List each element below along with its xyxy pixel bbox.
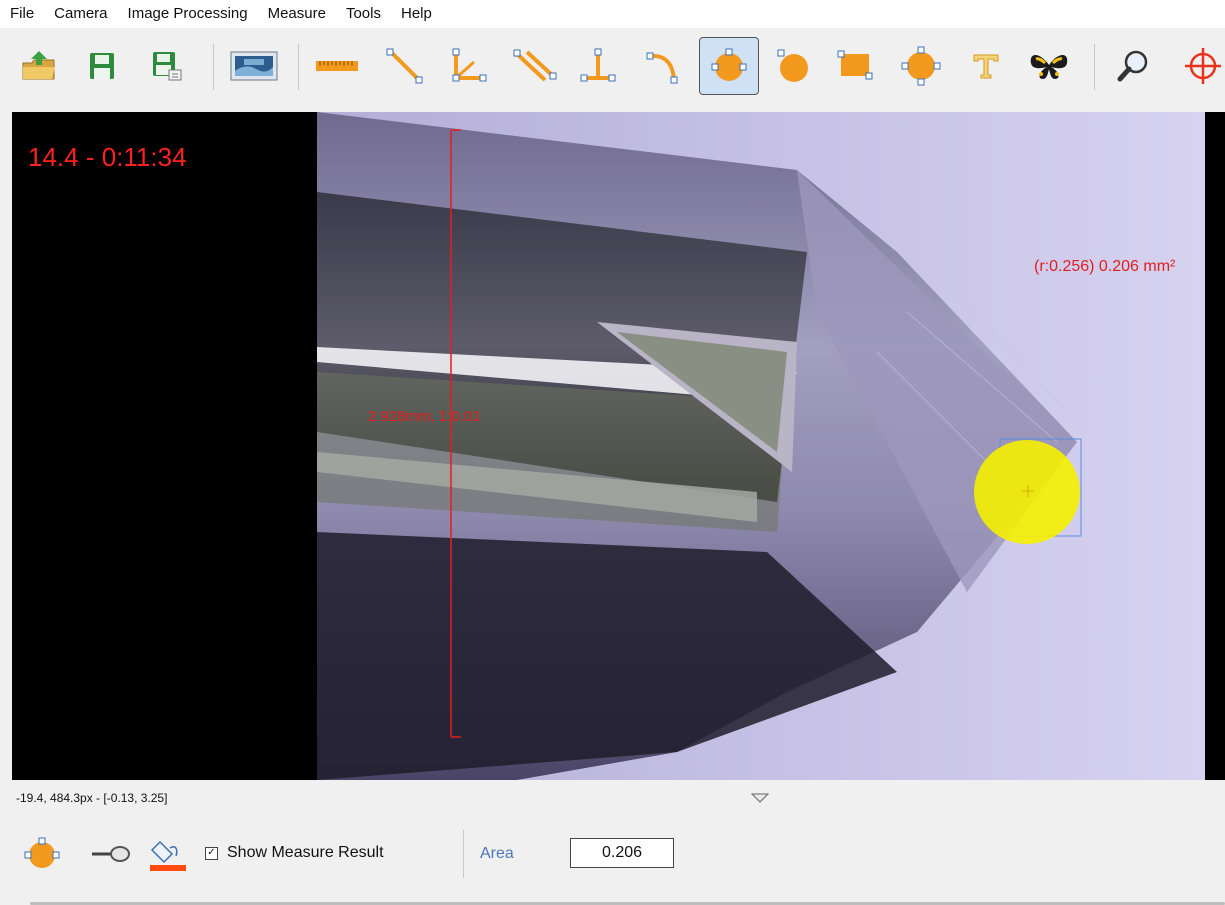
menu-measure[interactable]: Measure (258, 0, 336, 28)
ruler-button[interactable] (309, 38, 365, 94)
microscope-image[interactable] (317, 112, 1205, 780)
menu-file[interactable]: File (0, 0, 44, 28)
circle-tool-button[interactable] (764, 38, 820, 94)
open-button[interactable] (11, 38, 67, 94)
rectangle-icon (837, 50, 873, 80)
timestamp-overlay: 14.4 - 0:11:34 (28, 142, 187, 172)
save-button[interactable] (74, 38, 130, 94)
menu-bar: File Camera Image Processing Measure Too… (0, 0, 1225, 28)
parallel-tool-button[interactable] (507, 38, 563, 94)
save-as-icon (153, 52, 182, 81)
measure-options-panel: ✓ Show Measure Result Area 0.206 (0, 816, 1225, 905)
perpendicular-icon (580, 48, 616, 82)
current-tool-indicator[interactable] (22, 836, 62, 872)
show-measure-result-checkbox[interactable]: ✓ (205, 847, 218, 860)
toolbar-separator (298, 44, 299, 90)
polygon-icon (901, 46, 941, 86)
parallel-lines-icon (513, 49, 557, 82)
pin-icon (92, 846, 130, 862)
toolbar (0, 28, 1225, 112)
crosshair-button[interactable] (1175, 38, 1225, 94)
snapshot-button[interactable] (226, 38, 282, 94)
crosshair-icon (1185, 48, 1221, 84)
cursor-coordinates: -19.4, 484.3px - [-0.13, 3.25] (16, 791, 168, 805)
status-bar: -19.4, 484.3px - [-0.13, 3.25] (0, 780, 1225, 816)
menu-image-processing[interactable]: Image Processing (118, 0, 258, 28)
angle-tool-button[interactable] (440, 38, 496, 94)
butterfly-tool-button[interactable] (1021, 38, 1077, 94)
collapse-panel-toggle[interactable] (750, 792, 770, 808)
toolbar-separator (1094, 44, 1095, 90)
text-tool-button[interactable] (958, 38, 1014, 94)
line-tool-button[interactable] (377, 38, 433, 94)
zoom-icon (1117, 50, 1148, 82)
menu-help[interactable]: Help (391, 0, 442, 28)
rectangle-tool-button[interactable] (827, 38, 883, 94)
polygon-tool-button[interactable] (893, 38, 949, 94)
circle-center-icon (24, 837, 60, 868)
arc-icon (646, 52, 678, 84)
image-viewport[interactable]: 14.4 - 0:11:34 2.928mm, 1:0.01 (r:0.256)… (12, 112, 1225, 780)
circle-three-point-icon (777, 49, 808, 82)
snapshot-icon (230, 51, 278, 81)
save-as-button[interactable] (139, 38, 195, 94)
fill-color-button[interactable] (148, 836, 188, 872)
menu-camera[interactable]: Camera (44, 0, 117, 28)
line-style-button[interactable] (90, 836, 130, 872)
circle-measure-label: (r:0.256) 0.206 mm² (1034, 258, 1176, 275)
panel-separator (463, 830, 464, 878)
drill-bit-image (317, 112, 1205, 780)
chevron-down-icon (750, 793, 770, 803)
butterfly-icon (1030, 55, 1068, 79)
line-measure-label: 2.928mm, 1:0.01 (368, 408, 481, 425)
show-measure-result-label: Show Measure Result (227, 844, 384, 861)
angle-icon (452, 48, 487, 82)
circle-center-tool-button[interactable] (699, 37, 759, 95)
perpendicular-tool-button[interactable] (570, 38, 626, 94)
line-icon (386, 48, 423, 84)
circle-center-icon (711, 48, 747, 81)
zoom-button[interactable] (1106, 38, 1162, 94)
paint-bucket-icon (150, 840, 186, 871)
area-label: Area (480, 845, 514, 862)
arc-tool-button[interactable] (634, 38, 690, 94)
menu-tools[interactable]: Tools (336, 0, 391, 28)
toolbar-separator (213, 44, 214, 90)
save-icon (90, 53, 114, 79)
text-icon (973, 54, 999, 79)
ruler-icon (316, 61, 358, 71)
open-icon (22, 51, 55, 80)
area-value-field[interactable]: 0.206 (570, 838, 674, 868)
